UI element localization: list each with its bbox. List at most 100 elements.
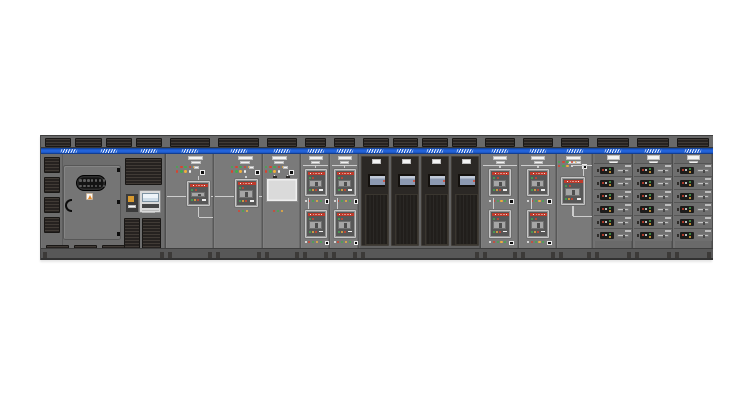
indicator-light-green <box>493 189 495 191</box>
mimic-line <box>583 165 584 177</box>
hmi-indicator-light <box>383 180 385 182</box>
breaker-mechanism <box>191 192 205 197</box>
indicator-light-green <box>497 241 499 243</box>
indicator-light-green <box>542 200 544 202</box>
bucket-latch <box>677 182 679 185</box>
aux-module <box>126 194 138 212</box>
control-switch <box>547 199 552 204</box>
handle-notch <box>663 209 666 212</box>
section-breaker-column-3 <box>481 135 519 260</box>
indicator-light-green <box>649 220 651 222</box>
indicator-light-white <box>278 170 280 172</box>
indicator-light-green <box>349 200 351 202</box>
mcc-bucket <box>634 202 672 215</box>
mechanism-mark <box>537 182 540 187</box>
breaker-tag <box>348 231 352 233</box>
kick-plate <box>359 248 481 260</box>
indicator-light-green <box>649 207 651 209</box>
indicator-light-amber <box>312 189 314 191</box>
top-channel <box>166 135 214 148</box>
indicator-light-red <box>189 166 191 168</box>
bucket-handle <box>617 221 630 225</box>
indicator-light-amber <box>568 198 570 200</box>
indicator-light-white <box>645 208 647 210</box>
indicator-light-white <box>334 200 336 202</box>
nameplate <box>194 166 199 169</box>
nameplate <box>607 155 620 160</box>
bucket-handle <box>657 221 670 225</box>
indicator-light-amber <box>689 171 691 173</box>
mechanism-mark <box>198 194 201 196</box>
indicator-light-green <box>562 165 564 167</box>
section-feeder-section-1 <box>166 135 214 260</box>
kick-foot <box>551 252 555 258</box>
bucket-handle <box>657 182 670 186</box>
breaker-tag <box>541 189 545 191</box>
circuit-breaker <box>333 168 357 198</box>
breaker-mechanism <box>531 221 544 229</box>
bucket-handle <box>657 169 670 173</box>
kick-plate <box>301 248 330 260</box>
breaker-red-label <box>337 213 354 216</box>
indicator-light-amber <box>239 170 241 172</box>
indicator-light-green <box>239 200 241 202</box>
brand-logo-icon <box>141 149 158 153</box>
indicator-light-amber <box>534 189 536 191</box>
indicator-light-amber <box>649 197 651 199</box>
control-switch <box>547 241 552 246</box>
mimic-line <box>573 216 592 217</box>
indicator-light-red <box>312 177 314 179</box>
indicator-light-green <box>493 218 495 220</box>
circuit-breaker <box>333 209 357 239</box>
indicator-light-amber <box>689 236 691 238</box>
breaker-red-label <box>492 172 509 175</box>
indicator-light-red <box>558 165 560 167</box>
breaker-red-label <box>530 213 547 216</box>
breaker-red-label <box>530 172 547 175</box>
indicator-light-amber <box>281 210 283 212</box>
bucket-indicator-cluster <box>680 180 694 188</box>
indicator-light-green <box>312 200 314 202</box>
drive-vent <box>365 194 388 245</box>
indicator-light-white <box>334 241 336 243</box>
module-label <box>128 205 136 208</box>
kick-foot <box>353 252 357 258</box>
indicator-light-green <box>269 170 271 172</box>
indicator-light-green <box>493 231 495 233</box>
vent-grill-icon <box>523 138 553 147</box>
indicator-light-green <box>341 241 343 243</box>
hmi-display <box>427 173 446 188</box>
top-channel <box>263 135 301 148</box>
kick-foot <box>208 252 212 258</box>
handle-notch <box>663 222 666 225</box>
vent-grill-icon <box>218 138 259 147</box>
indicator-light-red <box>269 166 271 168</box>
indicator-light-red <box>278 166 280 168</box>
breaker-face <box>528 211 548 237</box>
section-transition-section <box>263 135 301 260</box>
top-channel <box>519 135 557 148</box>
kick-foot <box>513 252 517 258</box>
indicator-light-red <box>571 198 573 200</box>
brand-logo-icon <box>230 149 247 153</box>
breaker-mechanism <box>531 180 544 188</box>
indicator-light-green <box>558 161 560 163</box>
indicator-light-red <box>642 182 644 184</box>
handle-notch <box>703 183 706 186</box>
breaker-mechanism <box>565 188 580 196</box>
kick-plate <box>263 248 301 260</box>
indicator-light-red <box>535 218 537 220</box>
mcc-bucket <box>634 176 672 189</box>
indicator-light-green <box>309 218 311 220</box>
handle-notch <box>703 222 706 225</box>
indicator-light-green <box>191 189 193 191</box>
indicator-light-red <box>235 166 237 168</box>
indicator-light-green <box>609 168 611 170</box>
indicator-light-white <box>685 169 687 171</box>
brand-band <box>481 148 519 154</box>
brand-logo-icon <box>274 149 291 153</box>
indicator-light-red <box>682 234 684 236</box>
indicator-light-white <box>685 195 687 197</box>
indicator-light-red <box>315 189 317 191</box>
indicator-light-amber <box>609 184 611 186</box>
